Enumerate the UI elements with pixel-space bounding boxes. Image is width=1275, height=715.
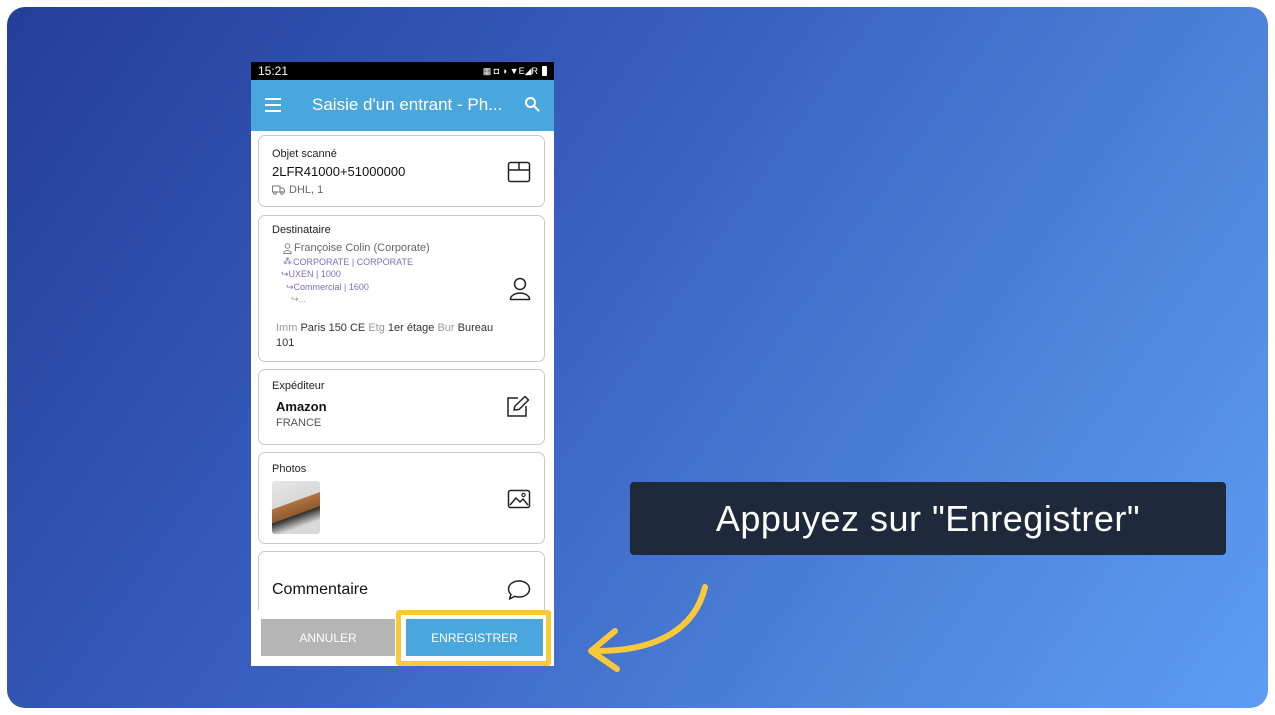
scanned-object-label: Objet scanné xyxy=(272,148,337,160)
org-level-4: ↪... xyxy=(291,294,307,304)
comment-label: Commentaire xyxy=(272,581,369,598)
status-bar: 15:21 ▦ ◘ ◑ ▼E◢R xyxy=(251,62,554,80)
page-title: Saisie d'un entrant - Ph... xyxy=(312,95,503,114)
battery-icon xyxy=(542,66,547,76)
photo-thumbnail[interactable] xyxy=(272,481,320,534)
comment-card[interactable]: Commentaire xyxy=(258,551,545,610)
sender-label: Expéditeur xyxy=(272,380,325,392)
instruction-callout: Appuyez sur "Enregistrer" xyxy=(630,482,1226,555)
photos-label: Photos xyxy=(272,463,307,475)
recipient-location-line2: 101 xyxy=(276,337,295,349)
org-tree-icon: ⁂ xyxy=(283,256,292,266)
sender-country: FRANCE xyxy=(276,417,322,429)
org-level-2: ↪UXEN | 1000 xyxy=(281,269,341,279)
photos-card[interactable]: Photos xyxy=(258,452,545,544)
recipient-location: Imm Paris 150 CE Etg 1er étage Bur Burea… xyxy=(276,322,494,334)
search-icon[interactable] xyxy=(524,96,540,112)
org-level-1: CORPORATE | CORPORATE xyxy=(293,257,414,267)
instruction-text: Appuyez sur "Enregistrer" xyxy=(715,497,1141,539)
person-icon xyxy=(283,243,292,254)
truck-icon xyxy=(272,185,285,195)
app-bar: Saisie d'un entrant - Ph... xyxy=(251,80,554,131)
cancel-button[interactable]: ANNULER xyxy=(261,619,395,656)
background: Appuyez sur "Enregistrer" xyxy=(7,7,1268,708)
recipient-name: Françoise Colin (Corporate) xyxy=(294,242,430,254)
carrier-text: DHL, 1 xyxy=(289,184,324,196)
recipient-card[interactable]: Destinataire Françoise Colin (Corporate)… xyxy=(258,215,545,362)
edit-icon[interactable] xyxy=(505,395,531,419)
org-level-3: ↪Commercial | 1600 xyxy=(286,282,369,292)
scanned-code: 2LFR41000+51000000 xyxy=(272,164,406,179)
status-icons: ▦ ◘ ◑ ▼E◢R xyxy=(483,66,547,77)
sender-card[interactable]: Expéditeur Amazon FRANCE xyxy=(258,369,545,445)
phone-screen: 15:21 ▦ ◘ ◑ ▼E◢R Saisie d'un entrant - P… xyxy=(251,62,554,666)
form-content[interactable]: Objet scanné 2LFR41000+51000000 DHL, 1 D… xyxy=(251,131,554,610)
arrow-icon xyxy=(588,584,708,672)
chat-bubble-icon[interactable] xyxy=(507,579,531,601)
image-icon[interactable] xyxy=(507,489,531,509)
status-time: 15:21 xyxy=(258,64,289,78)
box-icon xyxy=(507,161,531,183)
menu-icon[interactable] xyxy=(265,98,281,112)
recipient-label: Destinataire xyxy=(272,224,331,236)
sender-name: Amazon xyxy=(276,399,327,414)
user-icon xyxy=(509,277,531,301)
scanned-object-card[interactable]: Objet scanné 2LFR41000+51000000 DHL, 1 xyxy=(258,135,545,207)
save-button-highlight xyxy=(396,610,551,666)
